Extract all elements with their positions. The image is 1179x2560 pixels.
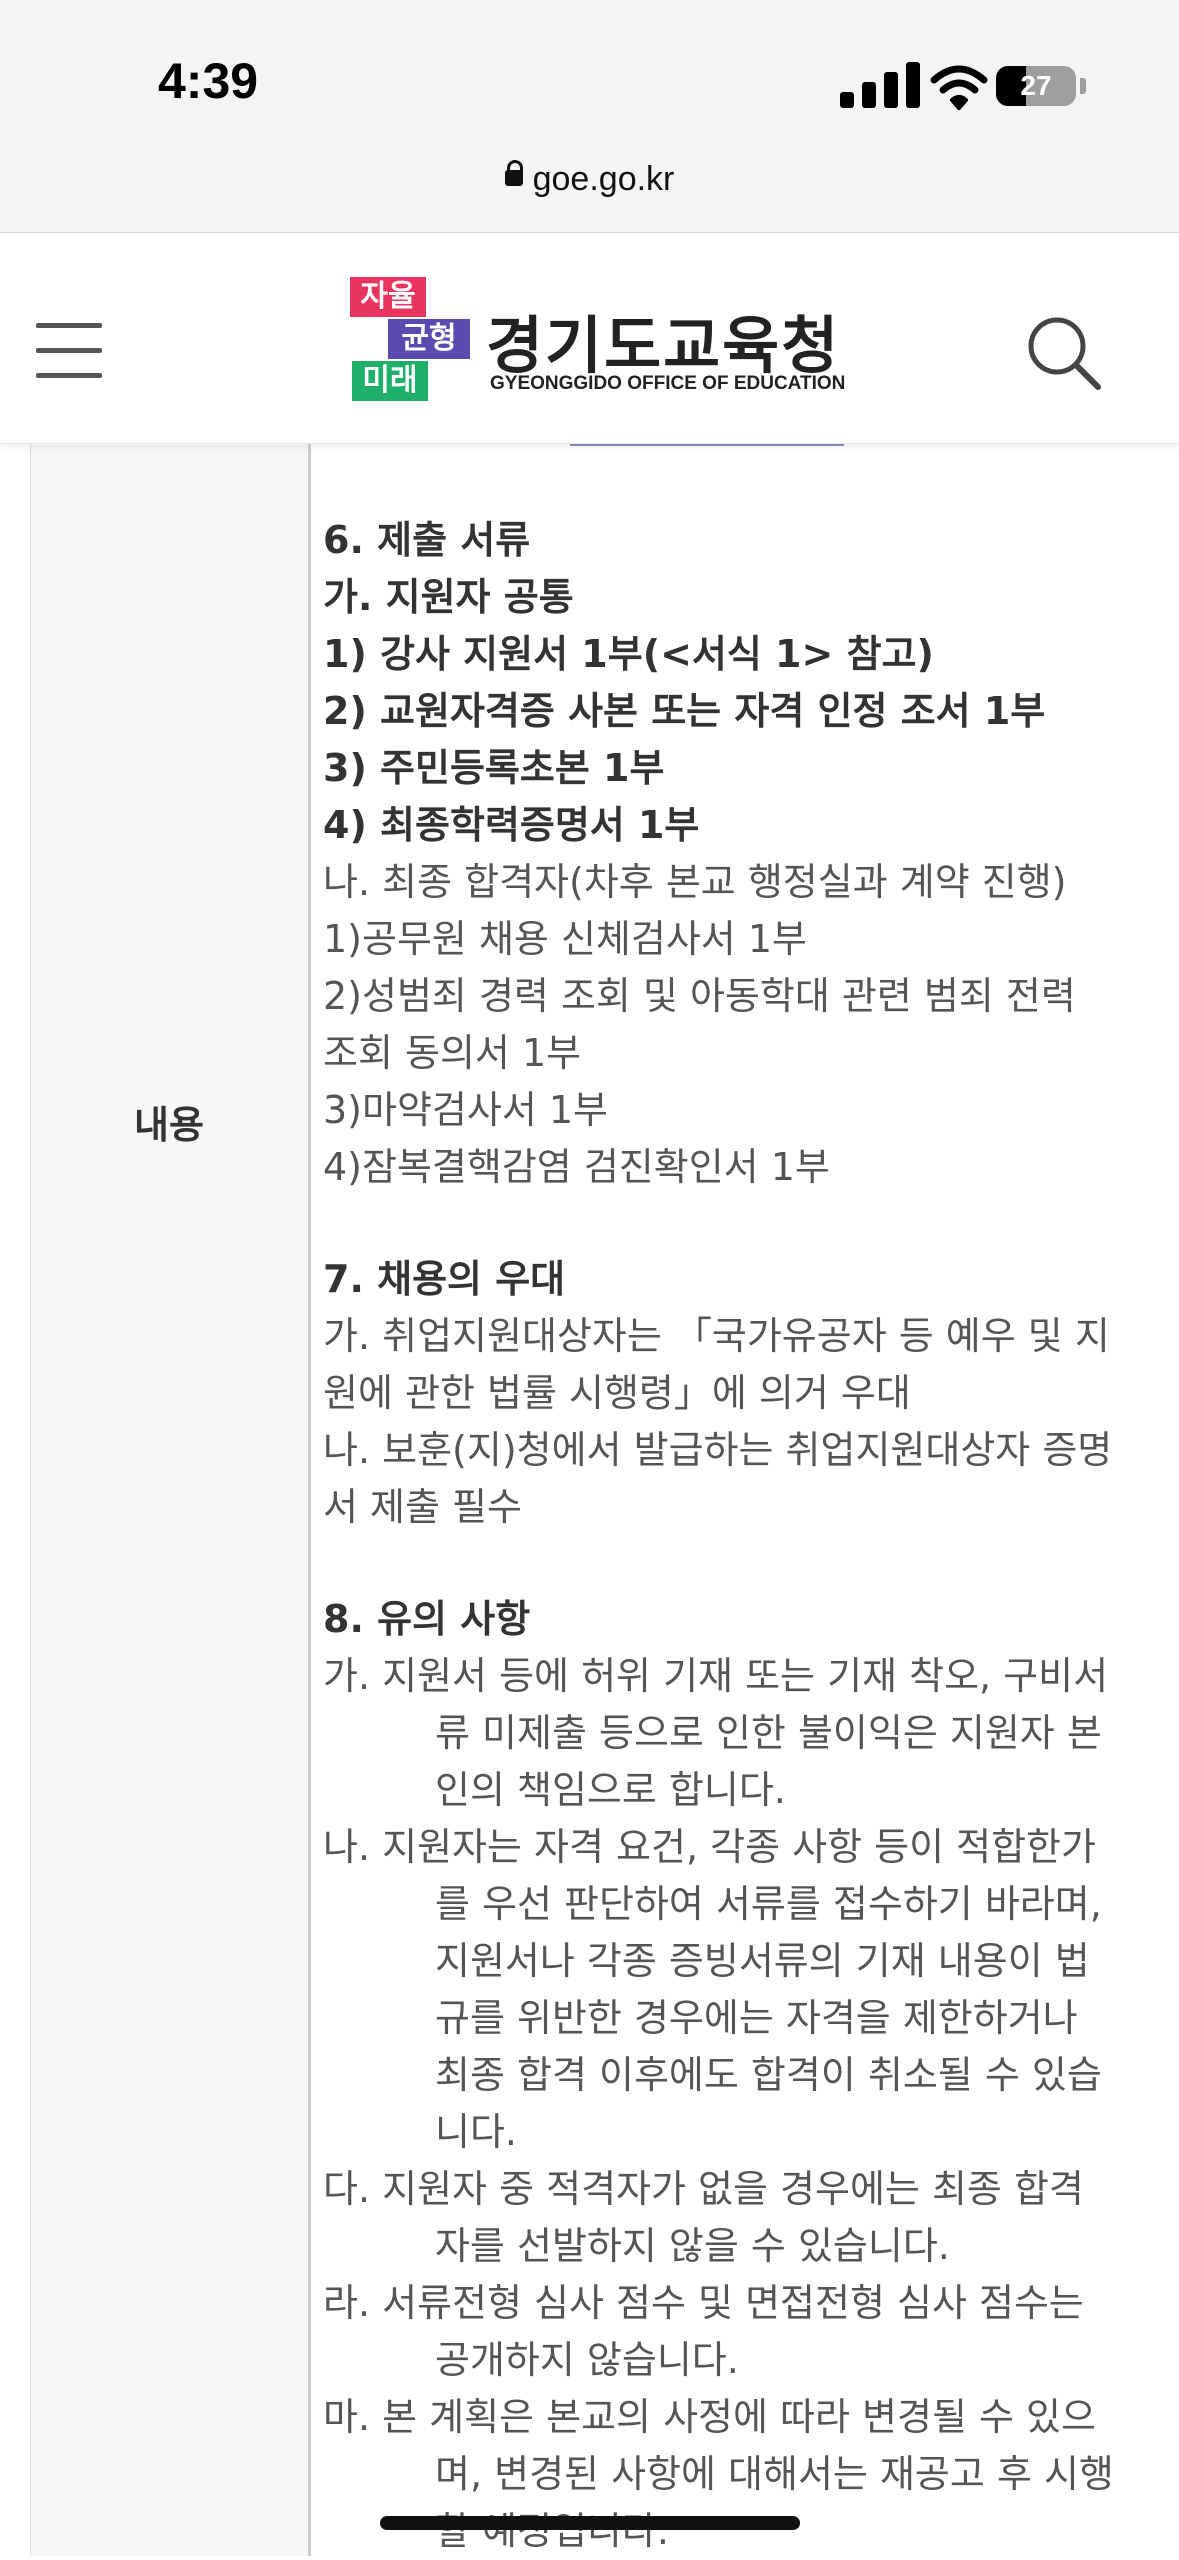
content-line: 최종 합격 이후에도 합격이 취소될 수 있습 (435, 2053, 1102, 2097)
content-line: 조회 동의서 1부 (323, 1031, 582, 1075)
content-line: 나. 최종 합격자(차후 본교 행정실과 계약 진행) (323, 860, 1067, 904)
status-bar: 4:39 27 goe.go.kr (0, 0, 1179, 233)
content-line: 류 미제출 등으로 인한 불이익은 지원자 본 (435, 1711, 1102, 1755)
content-line: 라. 서류전형 심사 점수 및 면접전형 심사 점수는 (323, 2281, 1084, 2325)
cut-link-underline (570, 444, 844, 446)
address-bar[interactable]: goe.go.kr (0, 160, 1179, 199)
content-line: 공개하지 않습니다. (435, 2338, 739, 2382)
wifi-icon (930, 65, 988, 110)
row-label: 내용 (134, 1103, 204, 1147)
battery-tip (1080, 78, 1086, 94)
content-line: 할 예정입니다. (435, 2509, 669, 2553)
content-line: 나. 지원자는 자격 요건, 각종 사항 등이 적합한가 (323, 1825, 1096, 1869)
battery-level: 27 (1020, 70, 1052, 101)
signal-icon (840, 58, 930, 114)
content-line: 6. 제출 서류 (323, 518, 531, 562)
content-line: 2) 교원자격증 사본 또는 자격 인정 조서 1부 (323, 689, 1046, 733)
content-line: 8. 유의 사항 (323, 1597, 531, 1641)
content-line: 3) 주민등록초본 1부 (323, 746, 665, 790)
logo-badge[interactable]: 자율 균형 미래 (350, 277, 470, 403)
content-line: 며, 변경된 사항에 대해서는 재공고 후 시행 (435, 2452, 1114, 2496)
menu-icon[interactable] (36, 323, 102, 379)
content-line: 원에 관한 법률 시행령」에 의거 우대 (323, 1371, 911, 1415)
content-line: 7. 채용의 우대 (323, 1257, 566, 1301)
content-line: 1) 강사 지원서 1부(<서식 1> 참고) (323, 632, 934, 676)
badge-word-2: 균형 (388, 319, 470, 359)
battery-icon: 27 (996, 66, 1076, 106)
content-text: 6. 제출 서류가. 지원자 공통 1) 강사 지원서 1부(<서식 1> 참고)… (323, 512, 1163, 2560)
site-header: 자율 균형 미래 경기도교육청 GYEONGGIDO OFFICE OF EDU… (0, 233, 1179, 444)
content-line: 인의 책임으로 합니다. (435, 1768, 786, 1812)
content-line: 를 우선 판단하여 서류를 접수하기 바라며, (435, 1882, 1102, 1926)
content-line: 규를 위반한 경우에는 자격을 제한하거나 (435, 1996, 1078, 2040)
content-line: 자를 선발하지 않을 수 있습니다. (435, 2224, 950, 2268)
label-column (30, 444, 309, 2556)
column-divider (308, 444, 311, 2556)
site-subtitle: GYEONGGIDO OFFICE OF EDUCATION (490, 373, 846, 394)
content-line: 가. 취업지원대상자는 「국가유공자 등 예우 및 지 (323, 1314, 1110, 1358)
home-indicator[interactable] (380, 2516, 800, 2530)
status-time: 4:39 (158, 53, 259, 109)
content-line: 3)마약검사서 1부 (323, 1088, 609, 1132)
content-line: 마. 본 계획은 본교의 사정에 따라 변경될 수 있으 (323, 2395, 1096, 2439)
badge-word-1: 자율 (350, 277, 426, 317)
content-line: 다. 지원자 중 적격자가 없을 경우에는 최종 합격 (323, 2167, 1084, 2211)
lock-icon (504, 160, 523, 192)
content-line: 나. 보훈(지)청에서 발급하는 취업지원대상자 증명 (323, 1428, 1113, 1472)
badge-word-3: 미래 (352, 361, 428, 401)
notice-table: 내용 6. 제출 서류가. 지원자 공통 1) 강사 지원서 1부(<서식 1> … (0, 444, 1179, 2556)
content-line: 지원서나 각종 증빙서류의 기재 내용이 법 (435, 1939, 1090, 1983)
content-line: 가. 지원자 공통 (323, 575, 574, 619)
content-line: 4) 최종학력증명서 1부 (323, 803, 700, 847)
content-line: 가. 지원서 등에 허위 기재 또는 기재 착오, 구비서 (323, 1654, 1109, 1698)
content-line: 4)잠복결핵감염 검진확인서 1부 (323, 1145, 830, 1189)
content-line: 1)공무원 채용 신체검사서 1부 (323, 917, 807, 961)
content-line: 2)성범죄 경력 조회 및 아동학대 관련 범죄 전력 (323, 974, 1076, 1018)
site-title[interactable]: 경기도교육청 (486, 295, 840, 385)
content-line: 서 제출 필수 (323, 1485, 522, 1529)
content-line: 니다. (435, 2110, 517, 2154)
search-icon[interactable] (1024, 313, 1102, 391)
url-text: goe.go.kr (532, 160, 675, 198)
